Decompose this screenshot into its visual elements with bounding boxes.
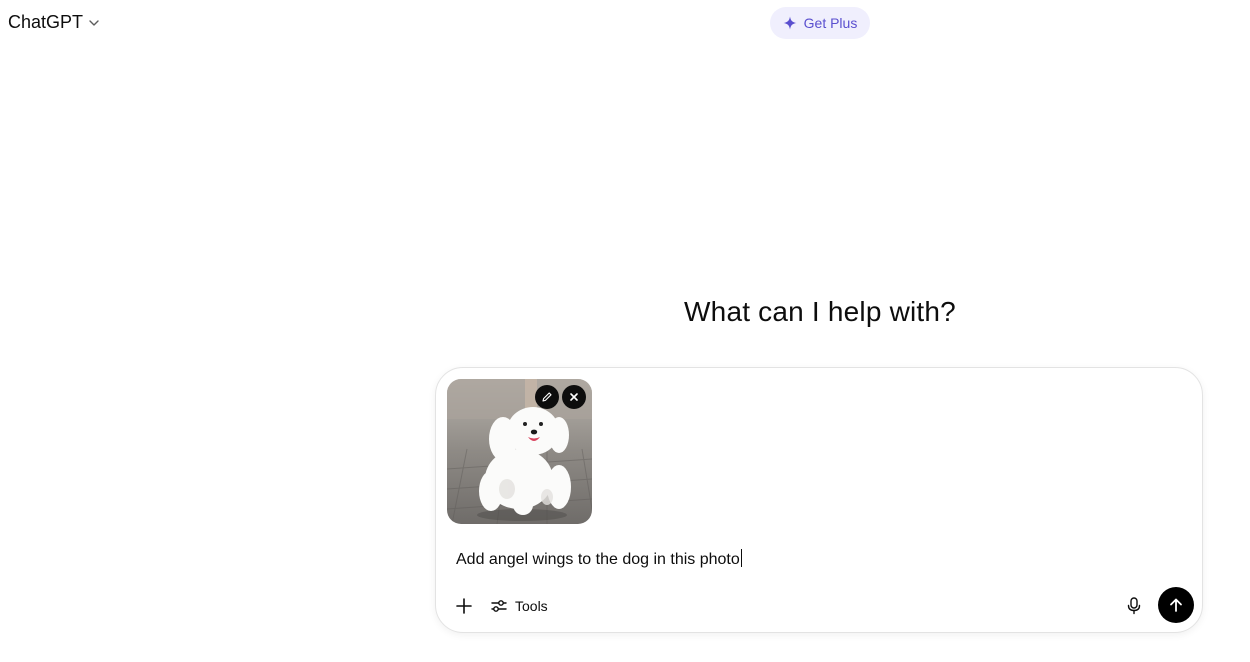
- tools-label: Tools: [515, 598, 548, 614]
- prompt-text: Add angel wings to the dog in this photo: [456, 551, 740, 568]
- get-plus-button[interactable]: Get Plus: [770, 7, 870, 39]
- prompt-input[interactable]: Add angel wings to the dog in this photo: [456, 549, 742, 569]
- plus-icon: [456, 598, 472, 614]
- pencil-icon: [542, 392, 552, 402]
- edit-image-button[interactable]: [535, 385, 559, 409]
- tools-icon: [491, 600, 507, 612]
- arrow-up-icon: [1170, 598, 1182, 612]
- chevron-down-icon: [89, 19, 99, 26]
- model-name: ChatGPT: [8, 12, 84, 32]
- model-switcher[interactable]: ChatGPT: [8, 12, 101, 33]
- text-caret: [740, 549, 742, 567]
- page-title: What can I help with?: [684, 296, 956, 327]
- send-button[interactable]: [1158, 587, 1194, 623]
- dictate-button[interactable]: [1122, 594, 1146, 618]
- image-attachment[interactable]: [447, 379, 592, 524]
- sparkle-icon: [783, 16, 797, 30]
- composer: Add angel wings to the dog in this photo…: [435, 367, 1203, 633]
- get-plus-label: Get Plus: [803, 15, 858, 31]
- close-icon: [570, 393, 578, 401]
- remove-image-button[interactable]: [562, 385, 586, 409]
- tools-button[interactable]: Tools: [490, 594, 548, 618]
- add-attachment-button[interactable]: [452, 594, 476, 618]
- chat-page: ChatGPT Get Plus What can I help with? A…: [0, 0, 1250, 662]
- microphone-icon: [1127, 597, 1141, 615]
